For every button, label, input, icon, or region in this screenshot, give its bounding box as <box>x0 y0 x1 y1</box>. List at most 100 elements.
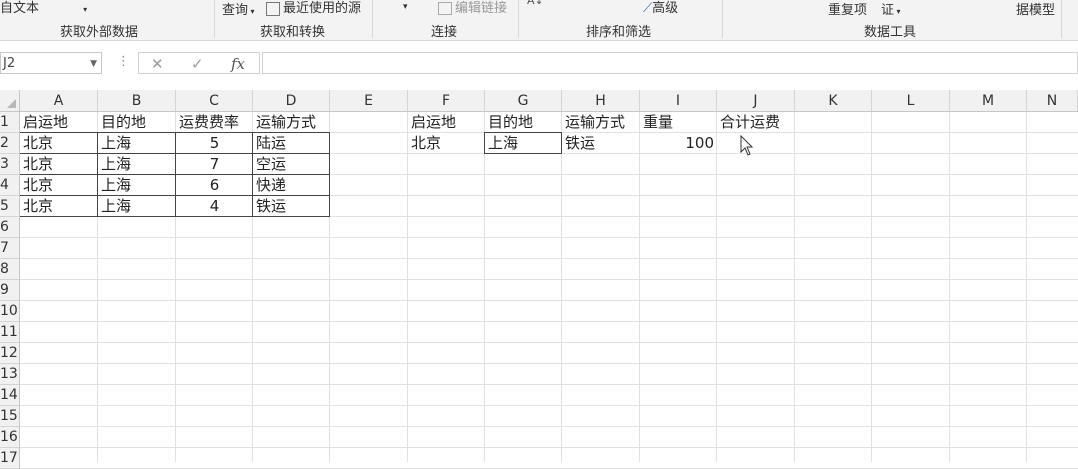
cell-g2[interactable]: 上海 <box>485 133 562 154</box>
cell-i1[interactable]: 重量 <box>640 112 717 133</box>
group-label-data-tools: 数据工具 <box>864 25 917 40</box>
ribbon-query-button[interactable]: 查询 ▾ <box>222 0 255 18</box>
row-header-9[interactable]: 9 <box>0 280 20 301</box>
cell-outline <box>484 132 562 133</box>
row-header-3[interactable]: 3 <box>0 154 20 175</box>
row-header-16[interactable]: 16 <box>0 427 20 448</box>
ribbon-validation-button[interactable]: 证 ▾ <box>881 0 901 18</box>
row-header-17[interactable]: 17 <box>0 448 20 469</box>
row-header-6[interactable]: 6 <box>0 217 20 238</box>
column-header-m[interactable]: M <box>950 90 1027 112</box>
cell-d4[interactable]: 快递 <box>253 175 330 196</box>
ribbon-from-text-label: 自文本 <box>0 1 40 16</box>
column-header-j[interactable]: J <box>717 90 795 112</box>
cell-outline <box>561 132 562 154</box>
column-header-a[interactable]: A <box>20 90 98 112</box>
column-header-b[interactable]: B <box>98 90 176 112</box>
column-header-l[interactable]: L <box>872 90 950 112</box>
cell-d5[interactable]: 铁运 <box>253 196 330 217</box>
formula-input[interactable] <box>262 52 1078 74</box>
column-header-d[interactable]: D <box>253 90 330 112</box>
name-box-value: J2 <box>3 56 16 71</box>
row-header-5[interactable]: 5 <box>0 196 20 217</box>
enter-icon[interactable]: ✓ <box>191 55 204 73</box>
cell-b3[interactable]: 上海 <box>98 154 176 175</box>
cell-j2[interactable] <box>717 133 795 154</box>
row-header-1[interactable]: 1 <box>0 112 20 133</box>
cell-b1[interactable]: 目的地 <box>98 112 176 133</box>
cell-a3[interactable]: 北京 <box>20 154 98 175</box>
cell-c4[interactable]: 6 <box>176 175 253 196</box>
cell-b4[interactable]: 上海 <box>98 175 176 196</box>
cell-d1[interactable]: 运输方式 <box>253 112 330 133</box>
cell-b2[interactable]: 上海 <box>98 133 176 154</box>
ribbon-query-label: 查询 <box>222 3 249 18</box>
row-header-15[interactable]: 15 <box>0 406 20 427</box>
cell-c1[interactable]: 运费费率 <box>176 112 253 133</box>
cell-f2[interactable]: 北京 <box>408 133 485 154</box>
cancel-icon[interactable]: ✕ <box>151 55 164 73</box>
column-header-k[interactable]: K <box>795 90 872 112</box>
insert-function-icon[interactable]: fx <box>231 55 245 73</box>
cell-g1[interactable]: 目的地 <box>485 112 562 133</box>
resize-handle-icon[interactable]: ⋮ <box>117 54 130 69</box>
grid-vline <box>716 112 717 462</box>
cell-b5[interactable]: 上海 <box>98 196 176 217</box>
cell-outline <box>484 153 562 154</box>
row-header-12[interactable]: 12 <box>0 343 20 364</box>
chevron-down-icon: ▾ <box>248 7 255 16</box>
filter-advanced-icon: ⟋ <box>643 1 653 16</box>
ribbon-dropdown-arrow[interactable]: ▾ <box>403 2 408 12</box>
chevron-down-icon[interactable]: ▼ <box>90 53 97 75</box>
cell-j1[interactable]: 合计运费 <box>717 112 795 133</box>
column-header-f[interactable]: F <box>408 90 485 112</box>
grid-hline <box>20 321 1078 322</box>
chevron-down-icon: ▾ <box>83 5 88 14</box>
ribbon-recent-sources-button[interactable]: 最近使用的源 <box>266 0 361 16</box>
grid-hline <box>20 300 1078 301</box>
cell-a1[interactable]: 启运地 <box>20 112 98 133</box>
cell-f1[interactable]: 启运地 <box>408 112 485 133</box>
row-header-10[interactable]: 10 <box>0 301 20 322</box>
cell-a4[interactable]: 北京 <box>20 175 98 196</box>
cell-c2[interactable]: 5 <box>176 133 253 154</box>
column-header-g[interactable]: G <box>485 90 562 112</box>
column-header-h[interactable]: H <box>562 90 640 112</box>
column-header-e[interactable]: E <box>330 90 408 112</box>
cell-h2[interactable]: 铁运 <box>562 133 640 154</box>
name-box[interactable]: J2 ▼ <box>0 52 102 74</box>
grid-hline <box>20 279 1078 280</box>
ribbon-edit-links-button[interactable]: 编辑链接 <box>438 0 507 16</box>
cell-i2[interactable]: 100 <box>640 133 717 154</box>
row-header-4[interactable]: 4 <box>0 175 20 196</box>
column-header-n[interactable]: N <box>1027 90 1078 112</box>
grid-vline <box>949 112 950 462</box>
ribbon-remove-duplicates-button[interactable]: 重复项 <box>828 0 867 18</box>
row-header-7[interactable]: 7 <box>0 238 20 259</box>
row-header-8[interactable]: 8 <box>0 259 20 280</box>
ribbon-from-text[interactable]: 自文本 ▾ <box>0 0 87 16</box>
group-label-connections: 连接 <box>431 25 458 40</box>
cell-d2[interactable]: 陆运 <box>253 133 330 154</box>
grid-hline <box>20 342 1078 343</box>
ribbon-recent-sources-label: 最近使用的源 <box>283 1 362 16</box>
column-header-i[interactable]: I <box>640 90 717 112</box>
cell-a5[interactable]: 北京 <box>20 196 98 217</box>
ribbon: 自文本 ▾ 查询 ▾ 最近使用的源 ▾ 编辑链接 A↓ ⟋高级 重复项 证 ▾ … <box>0 0 1078 41</box>
cell-c5[interactable]: 4 <box>176 196 253 217</box>
select-all-button[interactable] <box>0 90 20 112</box>
row-header-2[interactable]: 2 <box>0 133 20 154</box>
cell-h1[interactable]: 运输方式 <box>562 112 640 133</box>
ribbon-data-model-button[interactable]: 据模型 <box>1016 0 1055 18</box>
grid-hline <box>20 237 1078 238</box>
cell-a2[interactable]: 北京 <box>20 133 98 154</box>
row-header-13[interactable]: 13 <box>0 364 20 385</box>
row-header-11[interactable]: 11 <box>0 322 20 343</box>
cell-c3[interactable]: 7 <box>176 154 253 175</box>
column-header-c[interactable]: C <box>176 90 253 112</box>
row-header-14[interactable]: 14 <box>0 385 20 406</box>
ribbon-advanced-button[interactable]: ⟋高级 <box>643 0 678 16</box>
grid-hline <box>20 426 1078 427</box>
ribbon-separator <box>214 0 215 38</box>
cell-d3[interactable]: 空运 <box>253 154 330 175</box>
